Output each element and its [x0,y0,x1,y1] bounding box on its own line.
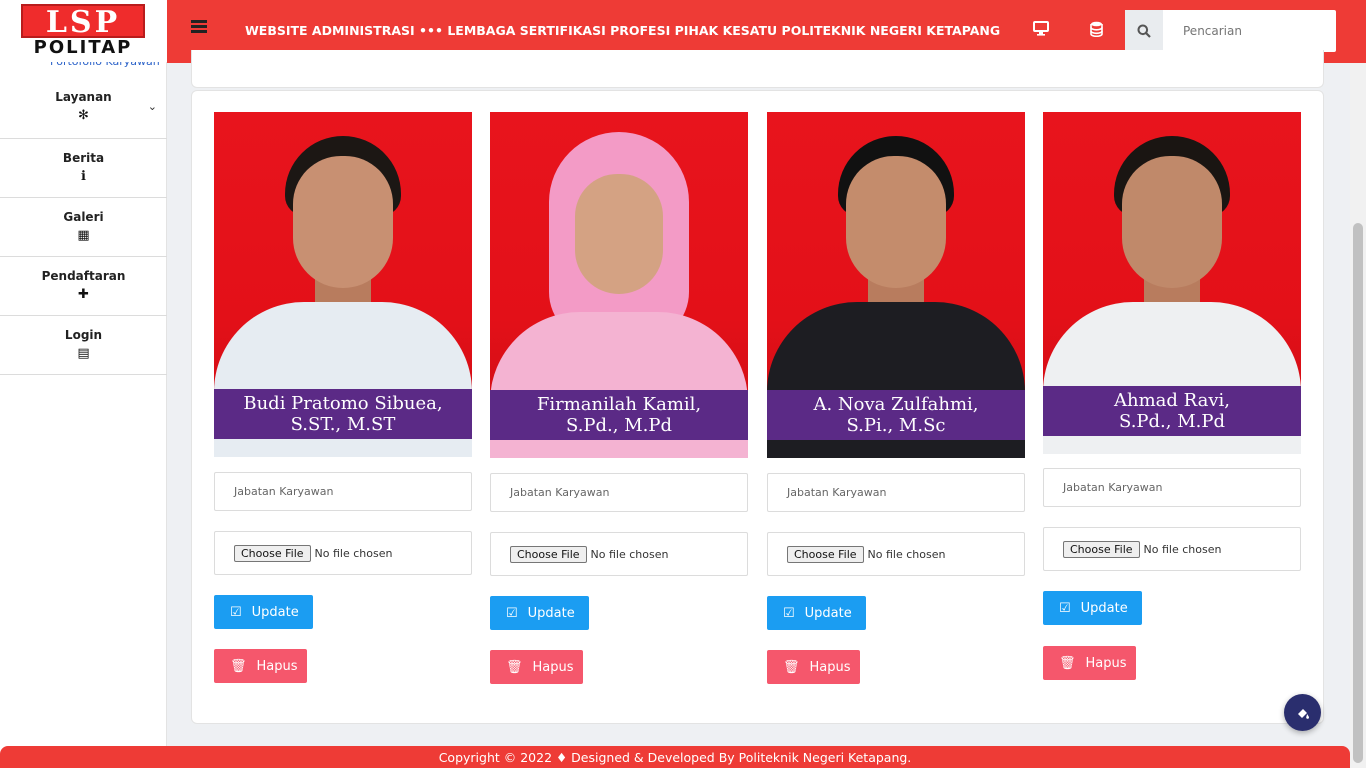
staff-name: Budi Pratomo Sibuea, S.ST., M.ST [214,389,472,439]
site-title: WEBSITE ADMINISTRASI ••• LEMBAGA SERTIFI… [245,23,1001,38]
staff-name: A. Nova Zulfahmi, S.Pi., M.Sc [767,390,1025,440]
check-square-icon: ☑ [1059,600,1071,616]
top-card [191,50,1324,88]
scrollbar-thumb[interactable] [1353,223,1363,763]
check-square-icon: ☑ [230,604,242,620]
sidebar-item-berita[interactable]: Berita ℹ [0,139,167,198]
update-button[interactable]: ☑ Update [490,596,589,630]
database-icon[interactable] [1090,21,1103,41]
choose-file-button[interactable]: Choose File [787,545,864,563]
footer: Copyright © 2022 ♦ Designed & Developed … [0,746,1350,768]
theme-toggle-icon[interactable] [1284,694,1321,731]
staff-photo: Ahmad Ravi, S.Pd., M.Pd [1043,112,1301,454]
position-field[interactable]: Jabatan Karyawan [490,473,748,512]
trash-icon: 🗑 [783,659,800,675]
update-button[interactable]: ☑ Update [214,595,313,629]
staff-photo: Budi Pratomo Sibuea, S.ST., M.ST [214,112,472,457]
file-status: No file chosen [1143,542,1222,556]
sidebar-item-pendaftaran[interactable]: Pendaftaran ✚ [0,257,167,316]
choose-file-button[interactable]: Choose File [234,544,311,562]
logo-area: LSP POLITAP [0,0,167,62]
position-field[interactable]: Jabatan Karyawan [767,473,1025,512]
staff-name: Firmanilah Kamil, S.Pd., M.Pd [490,390,748,440]
monitor-icon[interactable] [1033,21,1049,40]
sidebar-item-label: Login [64,328,103,342]
sidebar-item-layanan[interactable]: Layanan ✻ ⌄ [0,80,167,139]
staff-name: Ahmad Ravi, S.Pd., M.Pd [1043,386,1301,436]
staff-photo: A. Nova Zulfahmi, S.Pi., M.Sc [767,112,1025,458]
id-card-icon: ▤ [77,346,90,361]
search-box [1125,10,1336,52]
service-icon: ✻ [78,108,89,123]
position-field[interactable]: Jabatan Karyawan [214,472,472,511]
chevron-down-icon[interactable]: ⌄ [148,100,157,113]
grid-icon: ▦ [77,228,90,243]
sidebar-item-galeri[interactable]: Galeri ▦ [0,198,167,257]
search-icon[interactable] [1125,10,1163,52]
info-icon: ℹ [81,169,86,184]
file-input[interactable]: Choose File No file chosen [767,532,1025,576]
position-field[interactable]: Jabatan Karyawan [1043,468,1301,507]
sidebar-item-label: Layanan [55,90,112,104]
sidebar-item-label: Pendaftaran [41,269,126,283]
trash-icon: 🗑 [1059,655,1076,671]
file-status: No file chosen [590,547,669,561]
file-status: No file chosen [867,547,946,561]
search-input[interactable] [1163,10,1333,52]
staff-photo: Firmanilah Kamil, S.Pd., M.Pd [490,112,748,458]
sidebar: LSP POLITAP Portofolio Karyawan Layanan … [0,0,167,768]
check-square-icon: ☑ [783,605,795,621]
update-button[interactable]: ☑ Update [1043,591,1142,625]
logo-politap: POLITAP [33,37,133,58]
delete-button[interactable]: 🗑 Hapus [1043,646,1136,680]
menu-toggle-icon[interactable] [191,20,207,34]
sidebar-nav: Layanan ✻ ⌄ Berita ℹ Galeri ▦ Pendaftara… [0,80,167,375]
plus-icon: ✚ [78,287,89,302]
file-input[interactable]: Choose File No file chosen [1043,527,1301,571]
sidebar-item-login[interactable]: Login ▤ [0,316,167,375]
logo[interactable]: LSP POLITAP [21,4,145,58]
sidebar-item-label: Galeri [63,210,104,224]
check-square-icon: ☑ [506,605,518,621]
file-input[interactable]: Choose File No file chosen [214,531,472,575]
file-status: No file chosen [314,546,393,560]
delete-button[interactable]: 🗑 Hapus [767,650,860,684]
update-button[interactable]: ☑ Update [767,596,866,630]
file-input[interactable]: Choose File No file chosen [490,532,748,576]
logo-lsp: LSP [21,4,145,40]
trash-icon: 🗑 [230,658,247,674]
delete-button[interactable]: 🗑 Hapus [490,650,583,684]
scrollbar[interactable] [1350,63,1366,768]
choose-file-button[interactable]: Choose File [1063,540,1140,558]
choose-file-button[interactable]: Choose File [510,545,587,563]
delete-button[interactable]: 🗑 Hapus [214,649,307,683]
sidebar-item-label: Berita [62,151,105,165]
trash-icon: 🗑 [506,659,523,675]
